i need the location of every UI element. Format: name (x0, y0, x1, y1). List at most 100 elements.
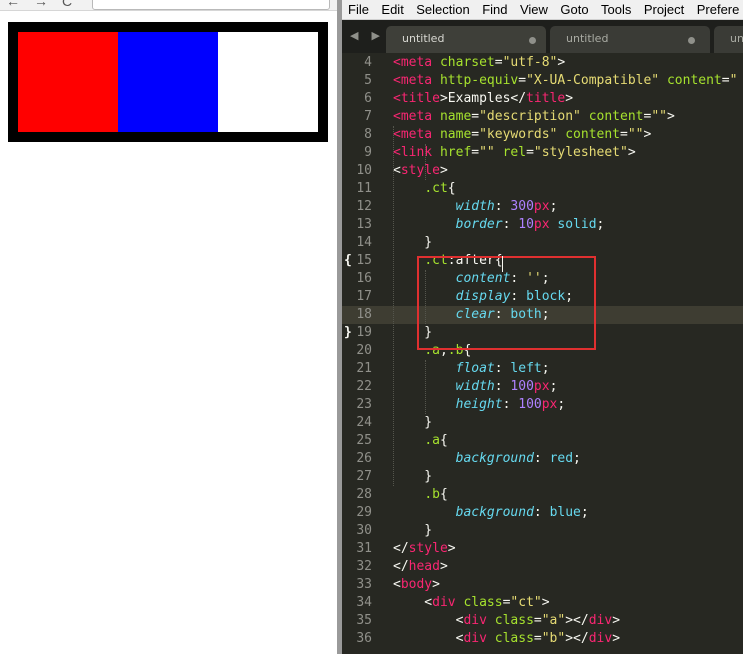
tab-scroll-arrows-icon[interactable]: ◀ ▶ (350, 29, 385, 42)
line-number: 10 (356, 163, 372, 178)
menu-selection[interactable]: Selection (410, 0, 469, 19)
code-text: } (393, 469, 433, 484)
annotation-highlight-box (417, 256, 596, 350)
menu-edit[interactable]: Edit (375, 0, 403, 19)
code-area[interactable]: 4 <meta charset="utf-8"> 5 <meta http-equiv… (342, 54, 743, 648)
line-number: 24 (356, 415, 372, 430)
code-line[interactable]: 10 <style> (342, 162, 743, 180)
line-number: 33 (356, 577, 372, 592)
code-line[interactable]: 11 .ct{ (342, 180, 743, 198)
code-line[interactable]: 22 width: 100px; (342, 378, 743, 396)
code-text: width: 300px; (455, 199, 558, 214)
code-line[interactable]: 26 background: red; (342, 450, 743, 468)
code-text: float: left; (455, 361, 550, 376)
code-text: } (393, 415, 433, 430)
line-number: 27 (356, 469, 372, 484)
code-text: background: red; (455, 451, 581, 466)
address-bar[interactable] (92, 0, 330, 10)
tab-label: untitled (402, 32, 445, 45)
code-line[interactable]: 12 width: 300px; (342, 198, 743, 216)
code-line[interactable]: 24 } (342, 414, 743, 432)
line-number: 16 (356, 271, 372, 286)
code-line[interactable]: 34 <div class="ct"> (342, 594, 743, 612)
code-line[interactable]: 33 <body> (342, 576, 743, 594)
forward-icon[interactable]: → (34, 0, 48, 9)
code-line[interactable]: 6 <title>Examples</title> (342, 90, 743, 108)
demo-container (8, 22, 328, 142)
code-line[interactable]: 7 <meta name="description" content=""> (342, 108, 743, 126)
code-line[interactable]: 29 background: blue; (342, 504, 743, 522)
code-line[interactable]: 5 <meta http-equiv="X-UA-Compatible" cont… (342, 72, 743, 90)
line-number: 5 (364, 73, 372, 88)
back-icon[interactable]: ← (6, 0, 20, 9)
code-line[interactable]: 13 border: 10px solid; (342, 216, 743, 234)
indent-guide (425, 360, 426, 414)
unsaved-dot-icon[interactable] (529, 37, 536, 44)
code-text: } (393, 523, 433, 538)
code-line[interactable]: 35 <div class="a"></div> (342, 612, 743, 630)
line-number: 6 (364, 91, 372, 106)
code-text: .b{ (424, 487, 448, 502)
code-text: <div class="b"></div> (393, 631, 621, 646)
code-text: .a{ (424, 433, 448, 448)
menu-tools[interactable]: Tools (595, 0, 631, 19)
code-text: <body> (393, 577, 440, 592)
line-number: 21 (356, 361, 372, 376)
tab-untitled-3[interactable]: unti (714, 26, 743, 53)
code-editor: File Edit Selection Find View Goto Tools… (342, 0, 743, 654)
code-line[interactable]: 31 </style> (342, 540, 743, 558)
code-line[interactable]: 21 float: left; (342, 360, 743, 378)
menu-find[interactable]: Find (476, 0, 507, 19)
menu-preferences[interactable]: Prefere (691, 0, 740, 19)
code-line[interactable]: 36 <div class="b"></div> (342, 630, 743, 648)
code-line[interactable]: 28 .b{ (342, 486, 743, 504)
line-number: 32 (356, 559, 372, 574)
line-number: 19 (356, 325, 372, 340)
line-number: 36 (356, 631, 372, 646)
code-line[interactable]: 32 </head> (342, 558, 743, 576)
line-number: 30 (356, 523, 372, 538)
line-number: 28 (356, 487, 372, 502)
code-line[interactable]: 30 } (342, 522, 743, 540)
browser-toolbar: ← → C (0, 0, 337, 11)
menu-project[interactable]: Project (638, 0, 684, 19)
tab-untitled-2[interactable]: untitled (550, 26, 710, 53)
code-text: background: blue; (455, 505, 589, 520)
code-text: <meta name="description" content=""> (393, 109, 675, 124)
code-line[interactable]: 23 height: 100px; (342, 396, 743, 414)
unsaved-dot-icon[interactable] (688, 37, 695, 44)
text-cursor (502, 256, 503, 272)
code-line[interactable]: 14 } (342, 234, 743, 252)
code-text: <link href="" rel="stylesheet"> (393, 145, 636, 160)
code-text: } (393, 235, 433, 250)
line-number: 17 (356, 289, 372, 304)
tab-bar: ◀ ▶ untitled untitled unti (342, 20, 743, 53)
indent-guide (425, 144, 426, 180)
menu-goto[interactable]: Goto (554, 0, 588, 19)
code-text: <div class="a"></div> (393, 613, 621, 628)
browser-window: ← → C (0, 0, 337, 654)
menu-bar: File Edit Selection Find View Goto Tools… (342, 0, 743, 20)
code-text: <style> (393, 163, 448, 178)
code-line[interactable]: 25 .a{ (342, 432, 743, 450)
code-line[interactable]: 9 <link href="" rel="stylesheet"> (342, 144, 743, 162)
code-line[interactable]: 4 <meta charset="utf-8"> (342, 54, 743, 72)
line-number: 23 (356, 397, 372, 412)
code-line[interactable]: 27 } (342, 468, 743, 486)
line-number: 9 (364, 145, 372, 160)
line-number: 34 (356, 595, 372, 610)
code-line[interactable]: 8 <meta name="keywords" content=""> (342, 126, 743, 144)
line-number: 22 (356, 379, 372, 394)
code-text: <meta http-equiv="X-UA-Compatible" conte… (393, 73, 738, 88)
code-text: width: 100px; (455, 379, 558, 394)
menu-view[interactable]: View (514, 0, 548, 19)
menu-file[interactable]: File (342, 0, 369, 19)
line-number: 31 (356, 541, 372, 556)
code-text: .ct{ (424, 181, 456, 196)
blue-box (118, 32, 218, 132)
tab-untitled-1[interactable]: untitled (386, 26, 546, 53)
line-number: 29 (356, 505, 372, 520)
tab-label: unti (730, 32, 743, 45)
reload-icon[interactable]: C (62, 0, 72, 9)
code-text: <meta charset="utf-8"> (393, 55, 566, 70)
